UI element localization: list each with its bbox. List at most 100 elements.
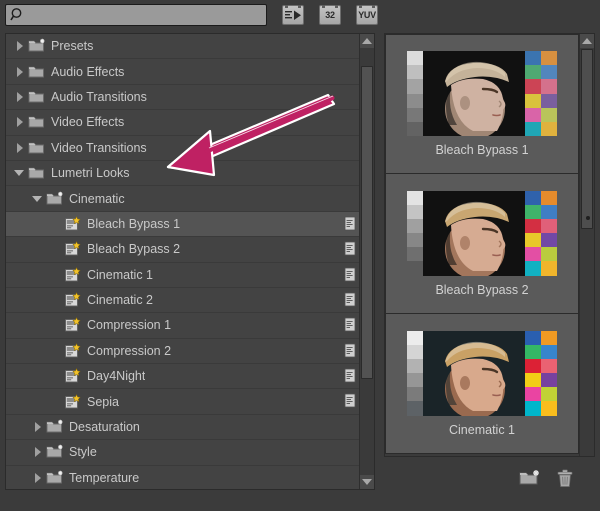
search-input[interactable] — [27, 6, 266, 24]
checker-swatch — [525, 330, 541, 345]
tree-row[interactable]: Audio Transitions — [6, 85, 360, 111]
tree-scrollbar-thumb[interactable] — [361, 66, 373, 380]
look-file-icon-wrap[interactable] — [344, 343, 356, 358]
look-thumbnail — [407, 190, 557, 276]
look-preview-card[interactable]: Bleach Bypass 1 — [385, 34, 579, 174]
ramp-swatch — [407, 51, 423, 66]
tree-row[interactable]: Lumetri Looks — [6, 161, 360, 187]
look-preset-icon — [65, 215, 81, 231]
look-file-icon — [344, 241, 356, 256]
grayscale-ramp — [407, 51, 423, 137]
portrait-image — [423, 190, 525, 276]
delete-custom-item-button[interactable] — [555, 469, 577, 489]
look-preset-icon — [64, 241, 82, 257]
panel-bottom-bar — [384, 459, 595, 499]
32bit-color-button[interactable]: 32 — [319, 5, 341, 25]
look-file-icon — [344, 267, 356, 281]
preview-vertical-scrollbar[interactable] — [579, 34, 594, 456]
tree-row-label: Temperature — [69, 470, 140, 485]
accelerated-effects-button[interactable] — [282, 5, 304, 25]
look-preview-card[interactable]: Bleach Bypass 2 — [385, 174, 579, 314]
tree-row[interactable]: Sepia — [6, 389, 360, 415]
tree-row[interactable]: Bleach Bypass 1 — [6, 211, 360, 238]
tree-row-label: Lumetri Looks — [51, 166, 130, 181]
twisty-collapsed-icon[interactable] — [12, 38, 28, 54]
look-preset-icon — [65, 266, 81, 282]
look-file-icon-wrap[interactable] — [344, 241, 356, 256]
checker-swatch — [525, 233, 541, 248]
tree-row-label: Video Transitions — [51, 140, 147, 155]
ramp-swatch — [407, 218, 423, 234]
tree-scroll-down-button[interactable] — [360, 475, 374, 489]
look-preset-icon — [65, 368, 81, 383]
look-preset-icon — [65, 292, 81, 307]
tree-row[interactable]: Cinematic 1 — [6, 263, 360, 288]
tree-row[interactable]: Temperature — [6, 466, 360, 489]
looks-preview-panel: Bleach Bypass 1 Bleach Bypass 2 Cinematic … — [384, 33, 595, 457]
search-field-wrapper[interactable] — [5, 4, 267, 26]
tree-row[interactable]: Day4Night — [6, 364, 360, 390]
twisty-collapsed-icon[interactable] — [30, 419, 46, 435]
checker-swatch — [525, 121, 541, 136]
tree-row-label: Sepia — [87, 394, 119, 409]
tree-row[interactable]: Audio Effects — [6, 59, 360, 85]
tree-row[interactable]: Bleach Bypass 2 — [6, 237, 360, 263]
look-file-icon-wrap[interactable] — [344, 368, 356, 383]
twisty-expanded-icon[interactable] — [30, 191, 46, 207]
tree-row[interactable]: Compression 1 — [6, 313, 360, 339]
look-preset-icon — [65, 342, 81, 358]
tree-row[interactable]: Video Effects — [6, 110, 360, 136]
preview-scrollbar-thumb[interactable] — [581, 49, 593, 229]
twisty-expanded-icon[interactable] — [12, 165, 28, 181]
twisty-collapsed-icon[interactable] — [12, 114, 28, 130]
tree-row[interactable]: Style — [6, 440, 360, 466]
checker-swatch — [541, 401, 557, 416]
tree-row-label: Cinematic 2 — [87, 293, 153, 308]
look-file-icon-wrap[interactable] — [344, 267, 356, 282]
looks-preview-list[interactable]: Bleach Bypass 1 Bleach Bypass 2 Cinematic … — [385, 34, 579, 456]
checker-swatch — [525, 387, 541, 402]
tree-scroll-up-button[interactable] — [360, 34, 374, 48]
checker-swatch — [541, 107, 557, 122]
checker-swatch — [541, 65, 557, 80]
look-preset-icon — [65, 393, 81, 409]
folder-icon — [28, 89, 46, 105]
search-icon — [9, 6, 27, 24]
tree-row[interactable]: Compression 2 — [6, 339, 360, 365]
preview-scroll-up-button[interactable] — [580, 34, 594, 48]
new-custom-bin-button[interactable] — [519, 469, 541, 489]
twisty-collapsed-icon[interactable] — [30, 470, 46, 486]
look-file-icon-wrap[interactable] — [344, 393, 356, 408]
twisty-collapsed-icon[interactable] — [30, 444, 46, 460]
checker-swatch — [525, 79, 541, 94]
look-preset-icon — [65, 241, 81, 256]
tree-vertical-scrollbar[interactable] — [359, 34, 374, 489]
chevron-down-icon — [362, 479, 372, 485]
tree-row-label: Audio Transitions — [51, 89, 147, 104]
folder-icon — [28, 114, 46, 130]
yuv-effects-button[interactable]: YUV — [356, 5, 378, 25]
look-file-icon-wrap[interactable] — [344, 216, 356, 231]
look-preview-label: Bleach Bypass 2 — [435, 282, 529, 297]
twisty-collapsed-icon[interactable] — [12, 140, 28, 156]
tree-row[interactable]: Presets — [6, 34, 360, 60]
color-checker-grid — [525, 330, 557, 416]
look-preview-card[interactable]: Cinematic 1 — [385, 314, 579, 454]
ramp-swatch — [407, 344, 423, 359]
folder-new-icon — [28, 38, 46, 54]
effects-tree-list[interactable]: Presets Audio Effects Audio Transitions Vid… — [6, 34, 360, 489]
look-file-icon-wrap[interactable] — [344, 317, 356, 332]
look-file-icon-wrap[interactable] — [344, 292, 356, 307]
tree-row[interactable]: Cinematic 2 — [6, 288, 360, 314]
folder-icon — [28, 167, 44, 179]
tree-row[interactable]: Desaturation — [6, 415, 360, 441]
tree-row[interactable]: Video Transitions — [6, 136, 360, 161]
folder-new-icon — [46, 445, 63, 458]
checker-swatch — [525, 261, 541, 276]
checker-swatch — [541, 121, 557, 136]
twisty-collapsed-icon[interactable] — [12, 89, 28, 105]
folder-icon — [28, 142, 44, 154]
twisty-collapsed-icon[interactable] — [12, 64, 28, 80]
tree-row[interactable]: Cinematic — [6, 186, 360, 212]
checker-swatch — [525, 344, 541, 359]
